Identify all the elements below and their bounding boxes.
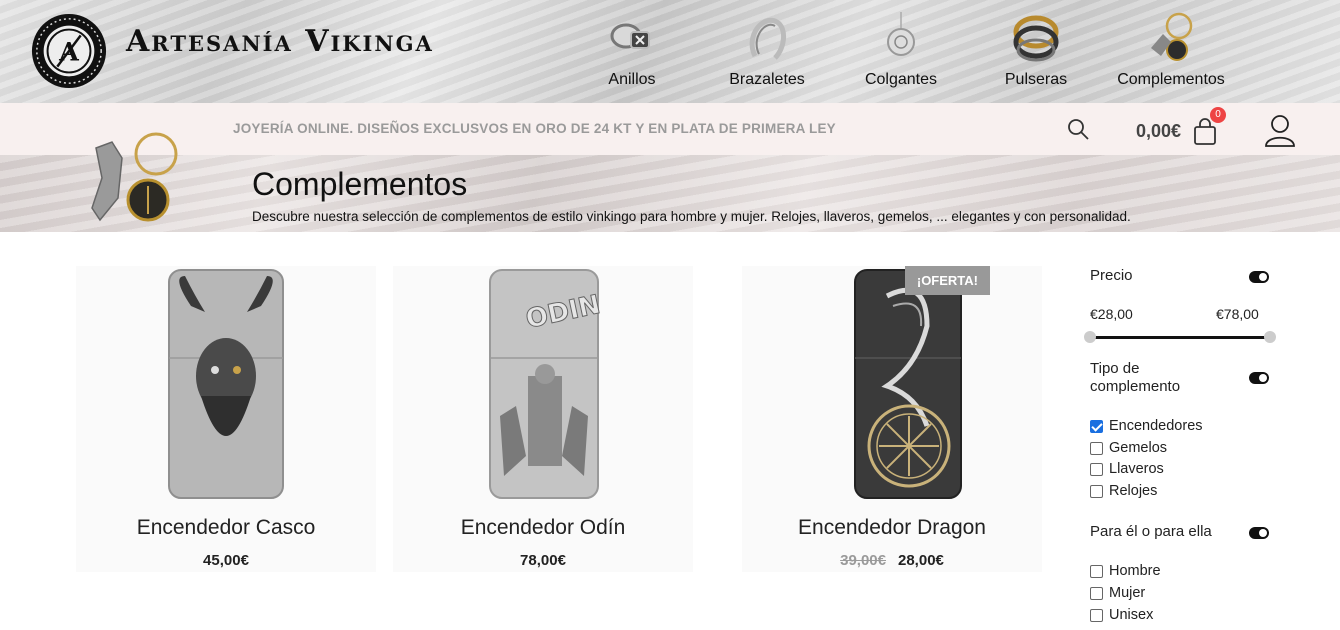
filter-option-llaveros[interactable]: Llaveros <box>1090 461 1164 477</box>
product-card[interactable]: ¡OFERTA! Encendedor Dragon 39,00€ 28,00€ <box>742 266 1042 572</box>
filter-option-encendedores[interactable]: Encendedores <box>1090 418 1203 434</box>
option-label: Mujer <box>1109 585 1146 601</box>
checkbox[interactable] <box>1090 608 1103 622</box>
price-slider-max-handle[interactable] <box>1264 331 1276 343</box>
checkbox[interactable] <box>1090 462 1103 476</box>
checkbox[interactable] <box>1090 419 1103 433</box>
checkbox[interactable] <box>1090 564 1103 578</box>
product-name[interactable]: Encendedor Dragon <box>742 516 1042 540</box>
user-icon[interactable] <box>1264 113 1296 147</box>
product-price-block: 39,00€ 28,00€ <box>742 552 1042 569</box>
price-min-value: €28,00 <box>1090 306 1133 322</box>
price-max-value: €78,00 <box>1216 306 1259 322</box>
option-label: Gemelos <box>1109 440 1168 456</box>
checkbox[interactable] <box>1090 484 1103 498</box>
nav-item-pulseras[interactable]: Pulseras <box>966 8 1106 89</box>
pendant-icon <box>887 12 915 56</box>
filter-price-title: Precio <box>1090 267 1133 284</box>
category-description: Descubre nuestra selección de complement… <box>252 209 1131 224</box>
checkbox[interactable] <box>1090 441 1103 455</box>
nav-label: Pulseras <box>1004 71 1068 88</box>
lighter-dragon-image <box>854 269 962 499</box>
filter-type-title: Tipo de complemento <box>1090 360 1181 395</box>
bangles-icon <box>1013 15 1059 62</box>
option-label: Relojes <box>1109 483 1158 499</box>
keychain-icon <box>91 132 178 222</box>
product-price: 28,00€ <box>898 552 944 569</box>
option-label: Llaveros <box>1109 461 1164 477</box>
sale-badge: ¡OFERTA! <box>904 266 990 295</box>
brand-name[interactable]: Artesanía Vikinga <box>126 24 434 59</box>
option-label: Unisex <box>1109 607 1154 623</box>
product-card[interactable]: Encendedor Casco 45,00€ <box>76 266 376 572</box>
filter-price-toggle[interactable] <box>1249 271 1269 283</box>
accessories-icon <box>1151 12 1193 61</box>
filter-type-toggle[interactable] <box>1249 372 1269 384</box>
nav-label: Colgantes <box>864 71 938 88</box>
site-header: A Artesanía Vikinga Anillos Brazaletes C… <box>0 0 1340 103</box>
viking-medallion-logo[interactable]: A <box>30 12 108 90</box>
filter-option-unisex[interactable]: Unisex <box>1090 607 1153 623</box>
nav-label: Brazaletes <box>729 71 805 88</box>
filter-gender-title: Para él o para ella <box>1090 523 1212 540</box>
store-tagline: JOYERÍA ONLINE. DISEÑOS EXCLUSVOS EN ORO… <box>233 121 836 136</box>
nav-label: Complementos <box>1117 71 1225 88</box>
nav-item-complementos[interactable]: Complementos <box>1101 8 1241 89</box>
cart-count-badge: 0 <box>1210 107 1226 123</box>
filter-gender-header: Para él o para ella <box>1090 523 1275 540</box>
bracelet-icon <box>749 17 786 60</box>
filter-option-hombre[interactable]: Hombre <box>1090 563 1161 579</box>
option-label: Hombre <box>1109 563 1161 579</box>
product-name[interactable]: Encendedor Odín <box>393 516 693 540</box>
filter-gender-toggle[interactable] <box>1249 527 1269 539</box>
nav-label: Anillos <box>608 71 656 88</box>
filter-type-header: Tipo de complemento <box>1090 360 1275 396</box>
product-old-price: 39,00€ <box>840 552 886 569</box>
price-slider-track[interactable] <box>1090 336 1270 339</box>
filter-option-gemelos[interactable]: Gemelos <box>1090 440 1167 456</box>
filter-option-relojes[interactable]: Relojes <box>1090 483 1157 499</box>
filter-option-mujer[interactable]: Mujer <box>1090 585 1145 601</box>
info-bar: JOYERÍA ONLINE. DISEÑOS EXCLUSVOS EN ORO… <box>0 103 1340 155</box>
product-price: 78,00€ <box>520 552 566 569</box>
product-price: 45,00€ <box>203 552 249 569</box>
product-card[interactable]: ODIN Encendedor Odín 78,00€ <box>393 266 693 572</box>
lighter-odin-image: ODIN <box>489 269 603 499</box>
nav-item-brazaletes[interactable]: Brazaletes <box>697 8 837 89</box>
nav-item-anillos[interactable]: Anillos <box>562 8 702 89</box>
nav-item-colgantes[interactable]: Colgantes <box>831 8 971 89</box>
product-name[interactable]: Encendedor Casco <box>76 516 376 540</box>
option-label: Encendedores <box>1109 418 1203 434</box>
rings-icon <box>610 23 650 49</box>
page-title: Complementos <box>252 166 468 202</box>
search-icon[interactable] <box>1066 117 1090 141</box>
price-slider-min-handle[interactable] <box>1084 331 1096 343</box>
lighter-helmet-image <box>168 269 284 499</box>
cart-total[interactable]: 0,00€ <box>1136 121 1181 142</box>
checkbox[interactable] <box>1090 586 1103 600</box>
filter-price-header: Precio <box>1090 267 1275 284</box>
